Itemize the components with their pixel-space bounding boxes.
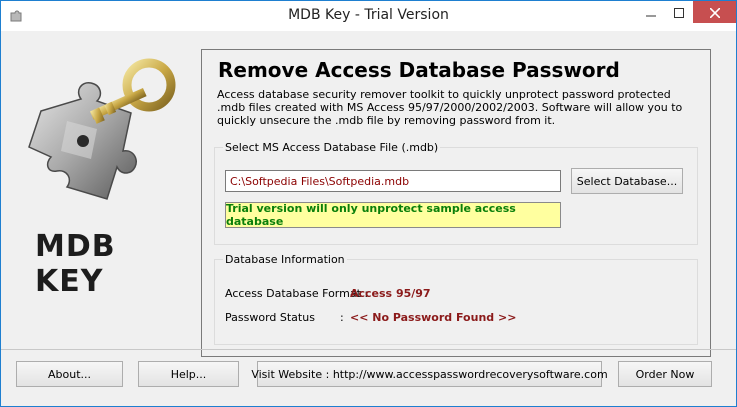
order-now-button[interactable]: Order Now [618,361,712,387]
title-bar[interactable]: MDB Key - Trial Version [1,1,736,31]
maximize-icon [674,3,684,22]
password-status-value: << No Password Found >> [350,311,517,324]
file-select-group-label: Select MS Access Database File (.mdb) [223,141,441,154]
format-value: Access 95/97 [350,287,431,300]
file-select-group: Select MS Access Database File (.mdb) Se… [214,141,698,245]
about-button[interactable]: About... [16,361,123,387]
format-label: Access Database Format : [225,287,369,300]
maximize-button[interactable] [665,1,693,23]
page-title: Remove Access Database Password [218,58,620,82]
app-window: MDB Key - Trial Version MDB KEY Remove A… [0,0,737,407]
password-status-colon: : [340,311,344,324]
description-text: Access database security remover toolkit… [217,88,683,127]
visit-website-button[interactable]: Visit Website : http://www.accesspasswor… [251,361,608,387]
key-puzzle-logo [28,58,176,200]
close-icon [708,3,721,22]
client-area: MDB KEY Remove Access Database Password … [1,31,736,406]
bottom-divider [1,349,736,350]
select-database-button[interactable]: Select Database... [571,168,683,194]
password-status-label: Password Status [225,311,315,324]
trial-notice: Trial version will only unprotect sample… [225,202,561,228]
logo: MDB KEY [11,51,191,299]
minimize-icon [646,3,656,22]
database-path-input[interactable] [225,170,561,192]
database-info-group: Database Information Access Database For… [214,253,698,345]
main-panel: Remove Access Database Password Access d… [201,49,711,357]
window-title: MDB Key - Trial Version [288,7,449,23]
help-button[interactable]: Help... [138,361,239,387]
close-button[interactable] [693,1,736,23]
minimize-button[interactable] [637,1,665,23]
logo-text: MDB KEY [35,229,116,299]
database-info-group-label: Database Information [223,253,347,266]
